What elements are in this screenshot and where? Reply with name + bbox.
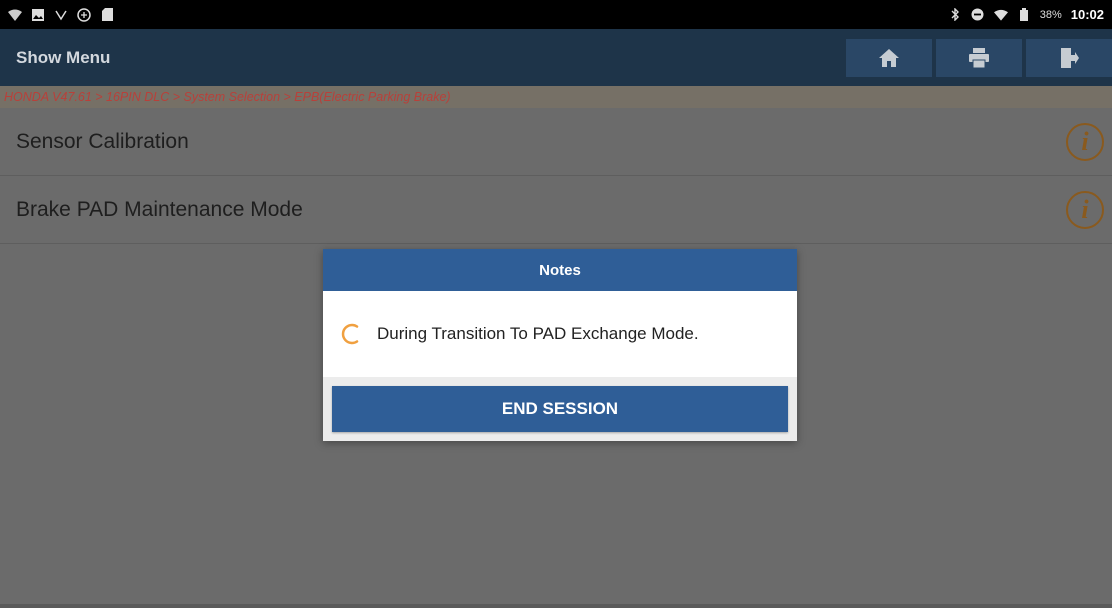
info-icon[interactable]: i: [1066, 123, 1104, 161]
exit-button[interactable]: [1026, 39, 1112, 77]
breadcrumb: HONDA V47.61 > 16PIN DLC > System Select…: [0, 86, 1112, 108]
menu-item-brake-pad-maintenance[interactable]: Brake PAD Maintenance Mode i: [0, 177, 1112, 244]
menu-item-label: Brake PAD Maintenance Mode: [16, 198, 303, 221]
wifi-question-icon: [8, 8, 22, 22]
show-menu-title[interactable]: Show Menu: [16, 48, 110, 68]
exit-icon: [1059, 48, 1079, 68]
menu-item-label: Sensor Calibration: [16, 130, 189, 153]
notes-dialog: Notes During Transition To PAD Exchange …: [323, 249, 797, 441]
app-header: Show Menu: [0, 29, 1112, 86]
clock: 10:02: [1070, 7, 1104, 22]
image-icon: [31, 8, 45, 22]
wifi-icon: [993, 8, 1008, 22]
print-button[interactable]: [936, 39, 1022, 77]
status-bar-left: [8, 7, 114, 22]
battery-icon: [1017, 8, 1031, 22]
end-session-button[interactable]: END SESSION: [332, 386, 788, 432]
battery-percent: 38%: [1039, 8, 1062, 21]
dialog-footer: END SESSION: [323, 377, 797, 441]
dnd-icon: [971, 8, 985, 22]
circle-symbol-icon: [77, 7, 91, 22]
bluetooth-icon: [948, 8, 962, 22]
print-icon: [969, 48, 989, 68]
header-buttons: [842, 39, 1112, 77]
dialog-message: During Transition To PAD Exchange Mode.: [377, 324, 699, 343]
sd-card-icon: [100, 8, 114, 22]
dialog-title: Notes: [323, 249, 797, 291]
loading-spinner-icon: [341, 323, 363, 345]
info-icon[interactable]: i: [1066, 191, 1104, 229]
home-icon: [879, 49, 899, 67]
home-button[interactable]: [846, 39, 932, 77]
menu-item-sensor-calibration[interactable]: Sensor Calibration i: [0, 109, 1112, 176]
status-bar: 38% 10:02: [0, 0, 1112, 29]
voicemail-icon: [54, 8, 68, 22]
bottom-divider: [0, 604, 1112, 608]
dialog-body: During Transition To PAD Exchange Mode.: [323, 291, 797, 377]
status-bar-right: 38% 10:02: [948, 7, 1104, 22]
